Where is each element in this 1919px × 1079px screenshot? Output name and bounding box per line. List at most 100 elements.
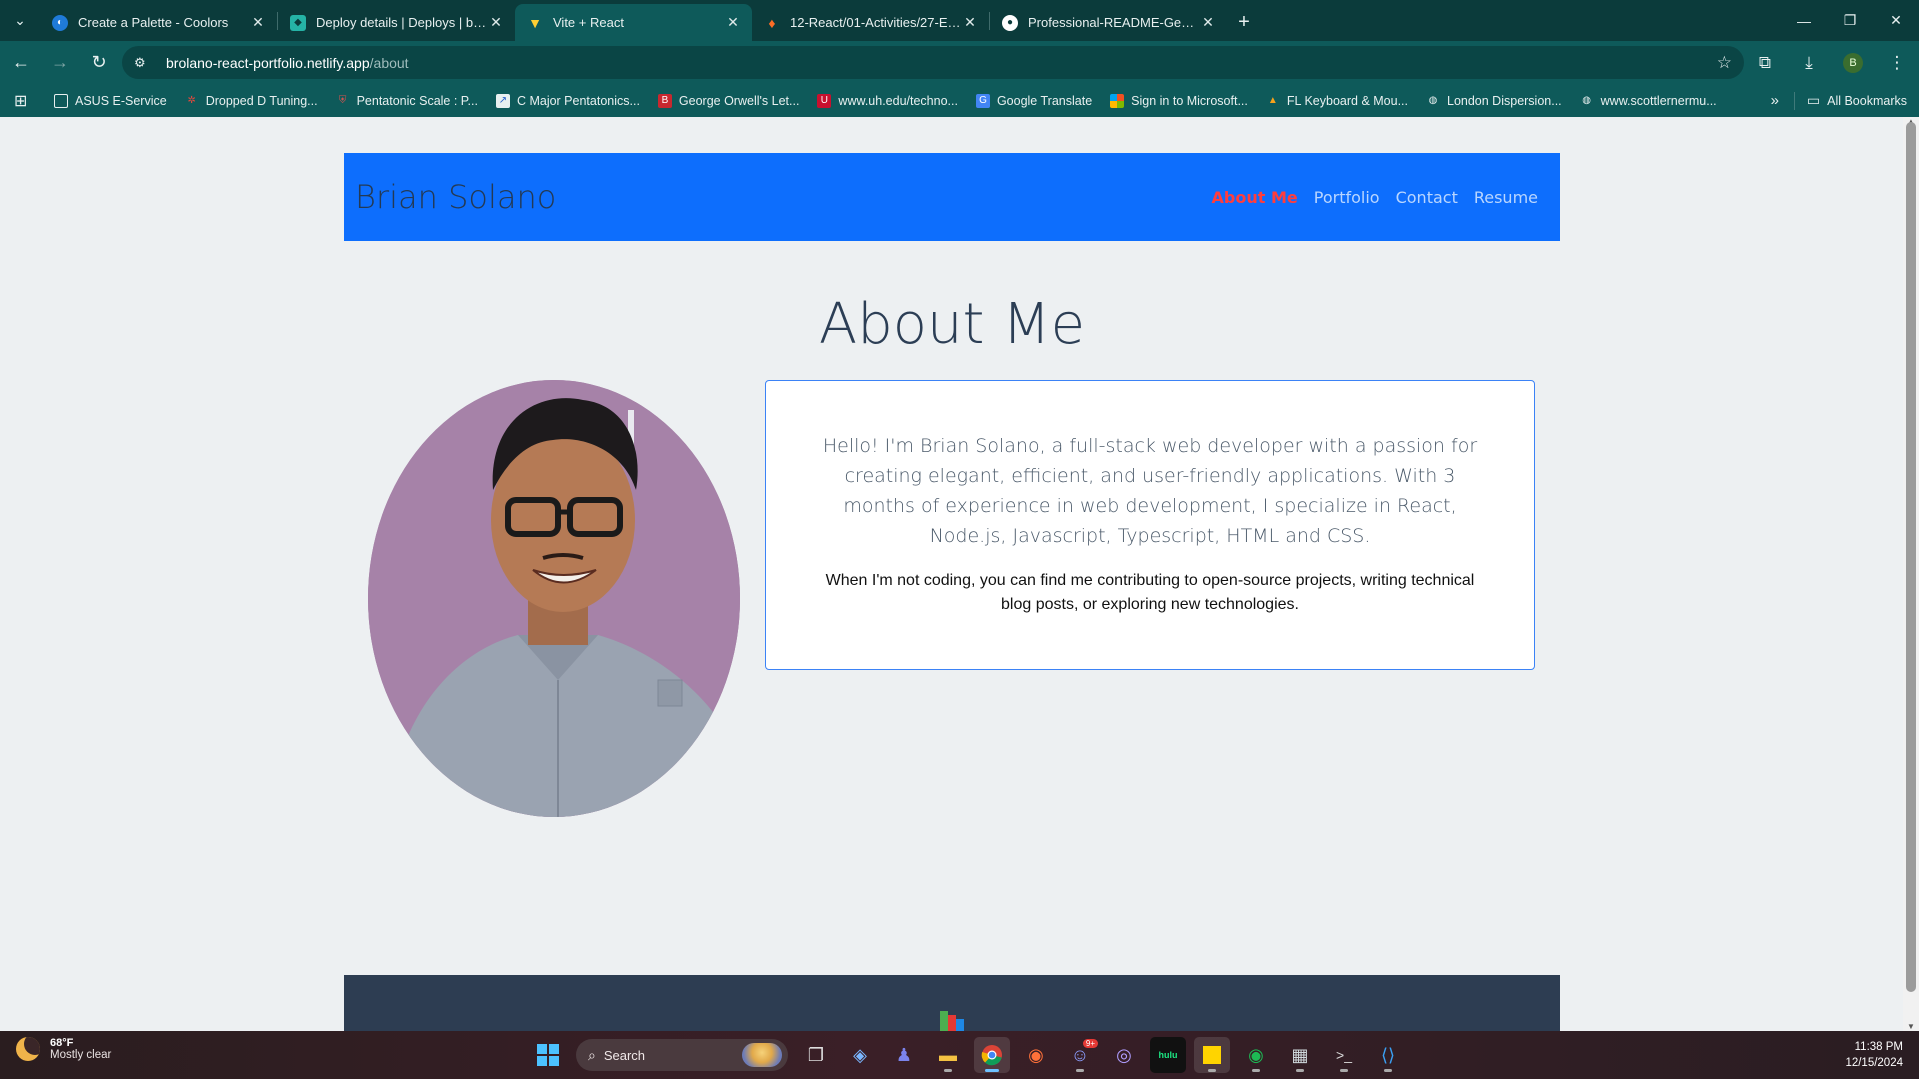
copilot-icon[interactable]: ◈ bbox=[842, 1037, 878, 1073]
discord-icon[interactable]: ☺ 9+ bbox=[1062, 1037, 1098, 1073]
folder-icon: ▭ bbox=[1806, 92, 1821, 108]
close-icon[interactable]: ✕ bbox=[249, 14, 267, 31]
windows-logo-icon bbox=[537, 1044, 559, 1066]
sticky-notes-icon[interactable] bbox=[1194, 1037, 1230, 1073]
bookmark-label: www.scottlernermu... bbox=[1600, 93, 1717, 108]
new-tab-button[interactable]: + bbox=[1227, 4, 1261, 41]
spotify-icon[interactable]: ◉ bbox=[1238, 1037, 1274, 1073]
uh-icon: U bbox=[817, 93, 832, 108]
tab-title: Create a Palette - Coolors bbox=[78, 15, 229, 30]
about-card: Hello! I'm Brian Solano, a full-stack we… bbox=[765, 380, 1535, 670]
bookmark-c-major[interactable]: ↗ C Major Pentatonics... bbox=[495, 93, 640, 108]
bookmark-label: London Dispersion... bbox=[1447, 93, 1562, 108]
page-scrollbar[interactable]: ▲ ▼ bbox=[1903, 117, 1919, 1031]
weather-widget[interactable]: 68°F Mostly clear bbox=[16, 1037, 111, 1061]
start-button[interactable] bbox=[530, 1037, 566, 1073]
tab-search-button[interactable]: ⌄ bbox=[0, 0, 40, 41]
nav-resume[interactable]: Resume bbox=[1474, 188, 1538, 207]
profile-avatar[interactable]: B bbox=[1843, 52, 1863, 73]
bookmark-fl-keyboard[interactable]: ▲ FL Keyboard & Mou... bbox=[1266, 94, 1408, 108]
weather-temp: 68°F bbox=[50, 1037, 74, 1049]
bookmarks-bar: ⊞ ASUS E-Service ✲ Dropped D Tuning... ⛨ P… bbox=[0, 84, 1919, 117]
clock-date: 12/15/2024 bbox=[1845, 1057, 1903, 1069]
teams-icon[interactable]: ♟ bbox=[886, 1037, 922, 1073]
url-host: brolano-react-portfolio.netlify.app bbox=[166, 54, 370, 71]
address-bar[interactable]: ⚙ brolano-react-portfolio.netlify.app/ab… bbox=[122, 46, 1744, 79]
minimize-icon[interactable]: — bbox=[1781, 0, 1827, 41]
tab-github[interactable]: ● Professional-README-Generator ✕ bbox=[990, 4, 1227, 41]
tab-title: Professional-README-Generator bbox=[1028, 15, 1199, 30]
tab-coolors[interactable]: ◐ Create a Palette - Coolors ✕ bbox=[40, 4, 277, 41]
task-view-icon[interactable]: ❐ bbox=[798, 1037, 834, 1073]
bookmark-dropped-d[interactable]: ✲ Dropped D Tuning... bbox=[185, 94, 318, 108]
close-icon[interactable]: ✕ bbox=[487, 14, 505, 31]
weather-desc: Mostly clear bbox=[50, 1049, 112, 1061]
menu-kebab-icon[interactable]: ⋮ bbox=[1875, 53, 1919, 73]
bookmark-orwell[interactable]: B George Orwell's Let... bbox=[657, 93, 799, 108]
forward-button[interactable]: → bbox=[42, 45, 78, 81]
reload-button[interactable]: ↻ bbox=[81, 45, 117, 81]
terminal-icon[interactable]: >_ bbox=[1326, 1037, 1362, 1073]
vscode-icon[interactable]: ⟨⟩ bbox=[1370, 1037, 1406, 1073]
bookmark-label: Sign in to Microsoft... bbox=[1131, 93, 1248, 108]
bookmark-pentatonic[interactable]: ⛨ Pentatonic Scale : P... bbox=[336, 94, 478, 108]
tab-gitlab[interactable]: ♦ 12-React/01-Activities/27-Evr_C ✕ bbox=[752, 4, 989, 41]
discord-badge: 9+ bbox=[1082, 1039, 1098, 1048]
toolbar-actions: ⧉ ⤓ B ⋮ bbox=[1743, 41, 1919, 84]
apps-grid-icon[interactable]: ⊞ bbox=[14, 91, 54, 111]
site-nav: About Me Portfolio Contact Resume bbox=[1212, 188, 1538, 207]
vite-icon: ▼ bbox=[528, 14, 542, 31]
restore-icon[interactable]: ❐ bbox=[1827, 0, 1873, 41]
browser-toolbar: ← → ↻ ⚙ brolano-react-portfolio.netlify.… bbox=[0, 41, 1919, 84]
taskbar-search[interactable]: ⌕ Search bbox=[576, 1039, 788, 1071]
back-button[interactable]: ← bbox=[3, 45, 39, 81]
file-explorer-icon[interactable]: ▬ bbox=[930, 1037, 966, 1073]
bookmark-label: www.uh.edu/techno... bbox=[838, 93, 958, 108]
globe-icon: ◍ bbox=[1428, 95, 1438, 106]
globe-icon: ◍ bbox=[1582, 95, 1592, 106]
chart-icon: ↗ bbox=[495, 93, 510, 108]
bookmark-uh[interactable]: Uwww.uh.edu/techno... bbox=[817, 93, 958, 108]
close-icon[interactable]: ✕ bbox=[961, 14, 979, 31]
search-icon: ⌕ bbox=[588, 1046, 596, 1063]
extensions-icon[interactable]: ⧉ bbox=[1743, 53, 1787, 73]
nav-about-me[interactable]: About Me bbox=[1212, 188, 1298, 207]
taskbar-apps: ⌕ Search ❐ ◈ ♟ ▬ ◉ ☺ 9+ ◎ hulu ◉ ▦ >_ ⟨⟩ bbox=[526, 1031, 1410, 1079]
scroll-down-icon[interactable]: ▼ bbox=[1907, 1022, 1915, 1031]
close-icon[interactable]: ✕ bbox=[724, 14, 742, 31]
translate-icon: G bbox=[975, 93, 990, 108]
tab-title: 12-React/01-Activities/27-Evr_C bbox=[790, 15, 961, 30]
hulu-icon[interactable]: hulu bbox=[1150, 1037, 1186, 1073]
site-brand: Brian Solano bbox=[355, 178, 557, 216]
firefox-icon[interactable]: ◉ bbox=[1018, 1037, 1054, 1073]
github-icon: ● bbox=[1002, 14, 1018, 31]
bookmark-scottlerner[interactable]: ◍ www.scottlernermu... bbox=[1580, 93, 1717, 108]
all-bookmarks-button[interactable]: ▭ All Bookmarks bbox=[1807, 92, 1907, 109]
nav-portfolio[interactable]: Portfolio bbox=[1314, 188, 1380, 207]
page-viewport: Brian Solano About Me Portfolio Contact … bbox=[0, 117, 1903, 1031]
moon-icon bbox=[16, 1037, 40, 1061]
calculator-icon[interactable]: ▦ bbox=[1282, 1037, 1318, 1073]
github-desktop-icon[interactable]: ◎ bbox=[1106, 1037, 1142, 1073]
about-hobbies-text: When I'm not coding, you can find me con… bbox=[825, 572, 1475, 613]
download-icon[interactable]: ⤓ bbox=[1787, 53, 1831, 73]
tab-vite-react[interactable]: ▼ Vite + React ✕ bbox=[515, 4, 752, 41]
bookmark-london-dispersion[interactable]: ◍ London Dispersion... bbox=[1426, 94, 1562, 108]
site-info-icon[interactable]: ⚙ bbox=[134, 55, 156, 71]
close-window-icon[interactable]: ✕ bbox=[1873, 0, 1919, 41]
close-icon[interactable]: ✕ bbox=[1199, 14, 1217, 31]
shield-icon: ⛨ bbox=[338, 95, 347, 106]
bookmark-asus[interactable]: ASUS E-Service bbox=[54, 93, 167, 108]
system-clock[interactable]: 11:38 PM 12/15/2024 bbox=[1845, 1039, 1903, 1071]
nav-contact[interactable]: Contact bbox=[1396, 188, 1458, 207]
profile-photo-illustration bbox=[368, 380, 740, 817]
tab-netlify[interactable]: ◆ Deploy details | Deploys | brolano ✕ bbox=[278, 4, 515, 41]
chrome-icon[interactable] bbox=[974, 1037, 1010, 1073]
bookmark-star-icon[interactable]: ☆ bbox=[1717, 53, 1732, 73]
more-bookmarks-icon[interactable]: » bbox=[1771, 92, 1779, 109]
bookmark-microsoft[interactable]: Sign in to Microsoft... bbox=[1110, 93, 1248, 108]
search-highlight-art bbox=[742, 1043, 782, 1067]
scrollbar-thumb[interactable] bbox=[1906, 122, 1916, 992]
bookmark-google-translate[interactable]: G Google Translate bbox=[975, 93, 1092, 108]
site-header: Brian Solano About Me Portfolio Contact … bbox=[344, 153, 1560, 241]
